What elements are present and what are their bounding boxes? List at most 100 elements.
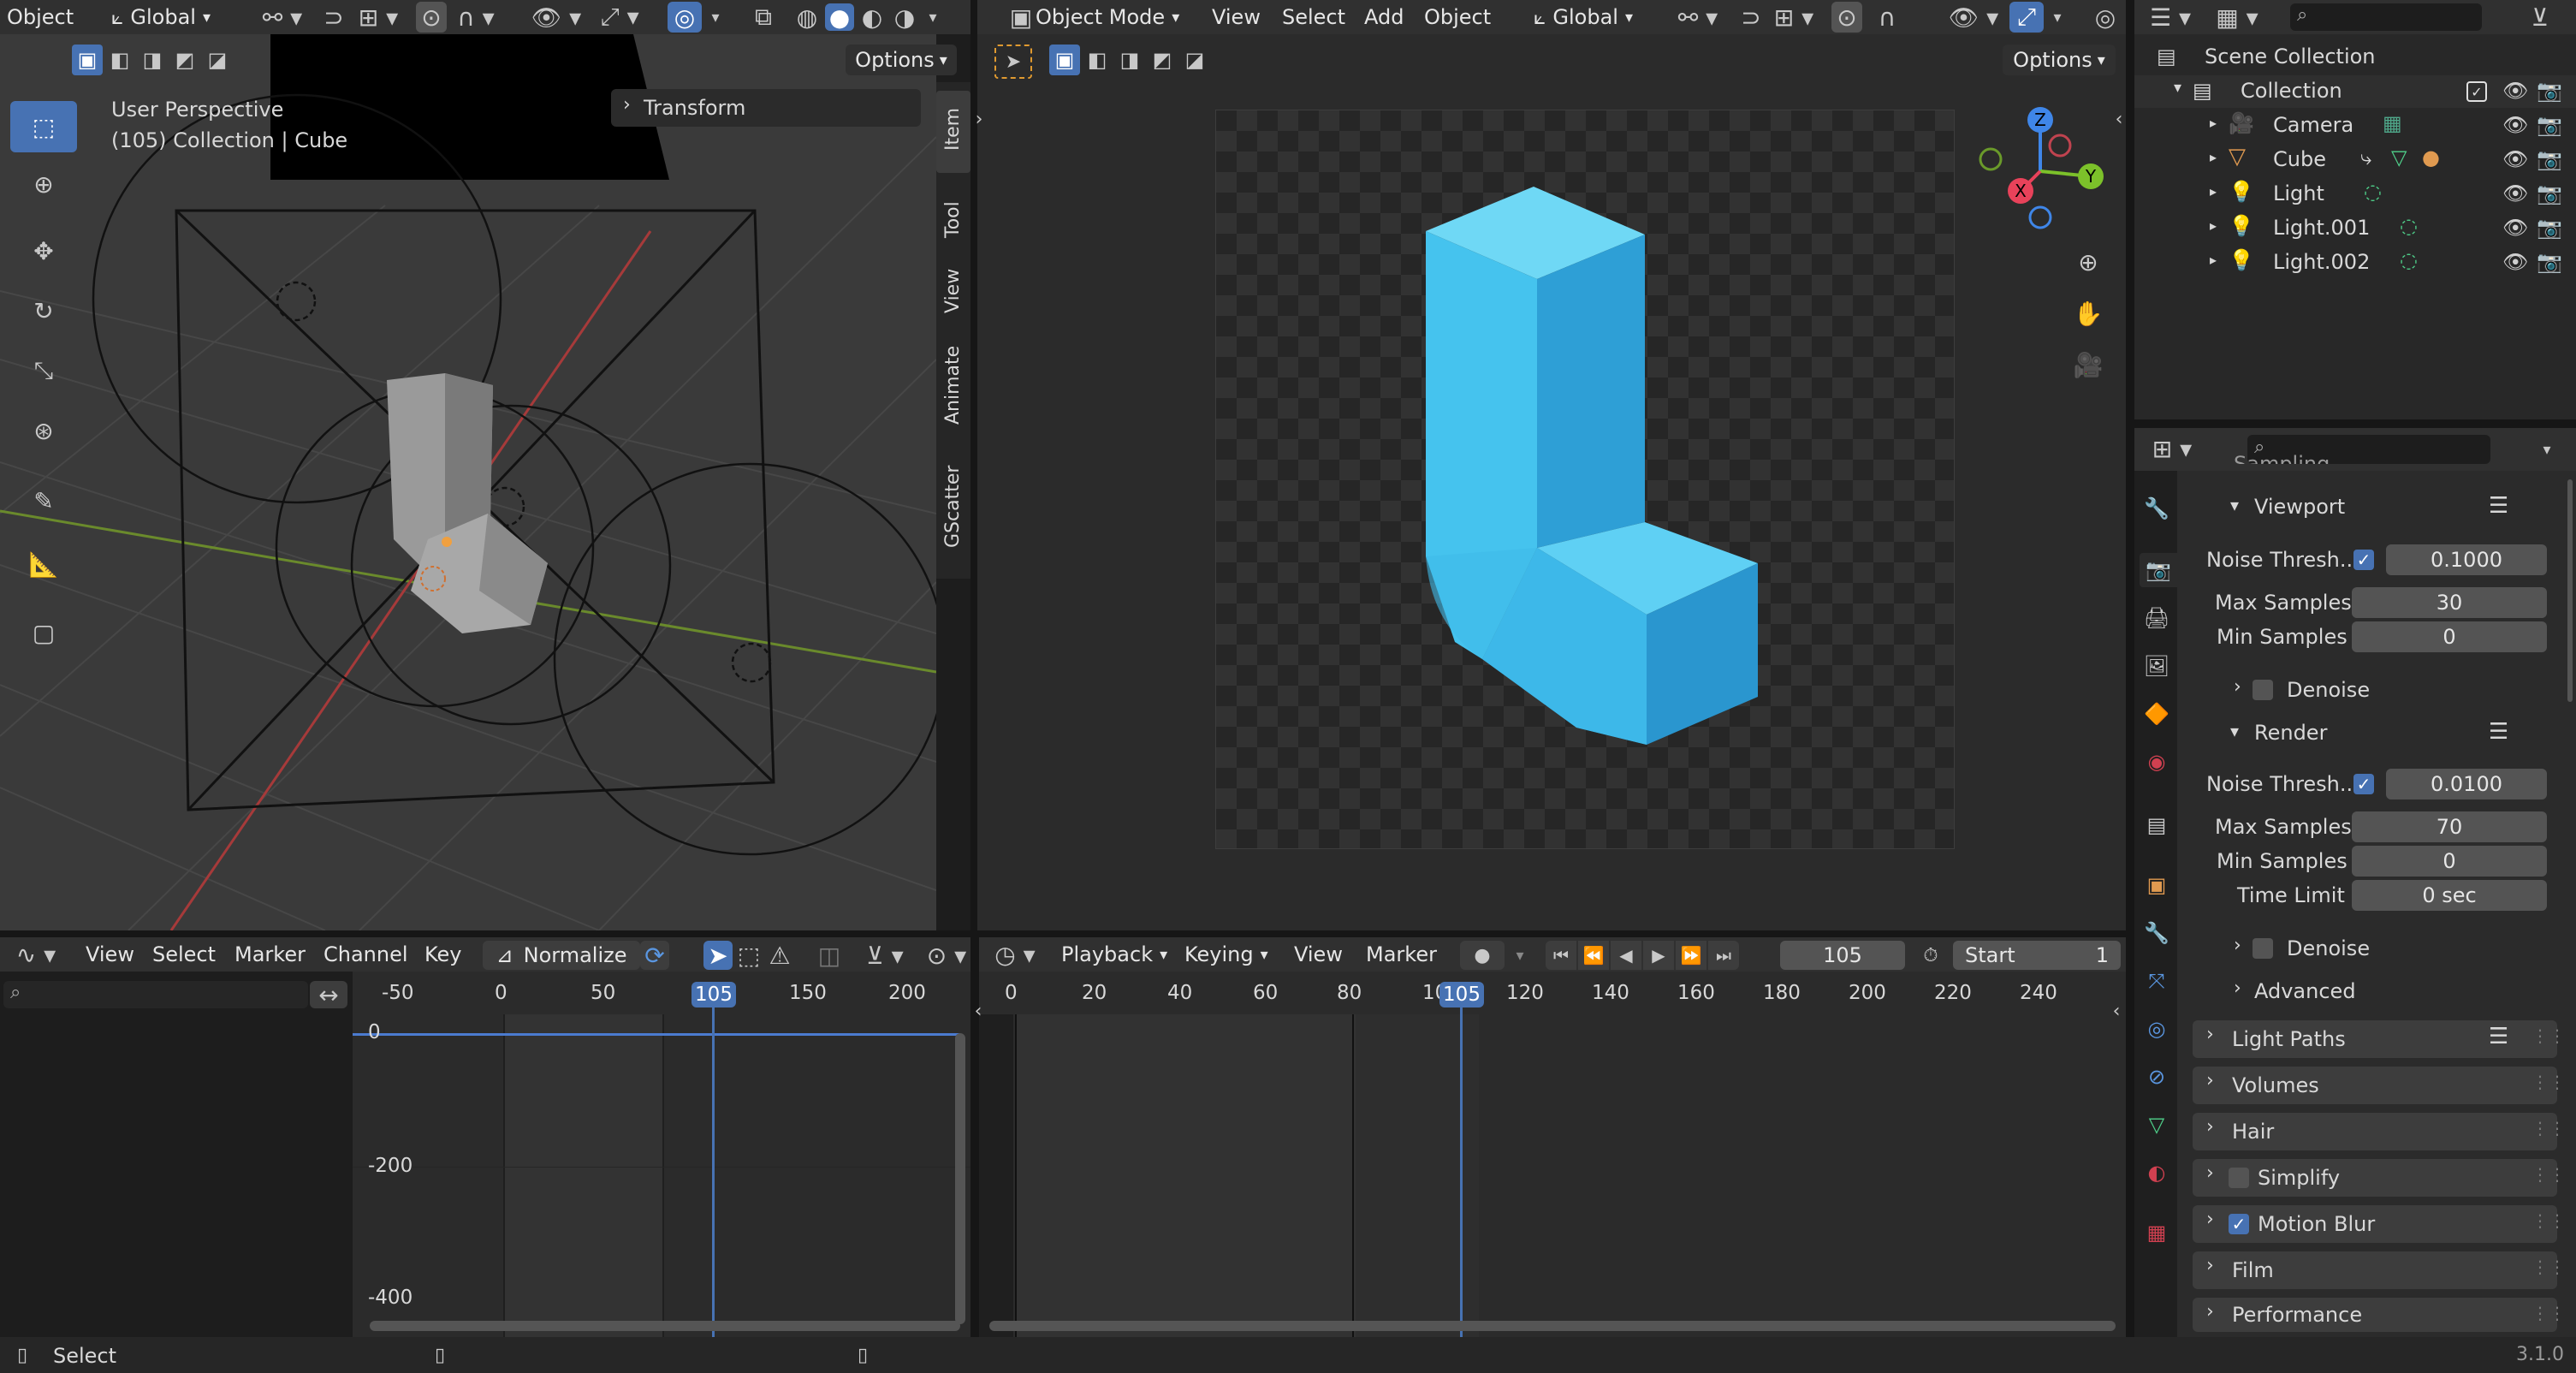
pivot-icon[interactable]: ⚯ ▾ xyxy=(257,2,308,33)
tool-tab-icon[interactable]: 🔧 xyxy=(2140,491,2174,526)
tab-animate[interactable]: Animate xyxy=(936,330,970,433)
graph-vscrollbar[interactable] xyxy=(955,1033,965,1324)
graph-menu-marker[interactable]: Marker xyxy=(234,939,306,970)
area-divider[interactable] xyxy=(970,0,977,930)
timeline-editor-type-icon[interactable]: ◷ ▾ xyxy=(989,939,1041,970)
pivot-icon[interactable]: ⚯ ▾ xyxy=(1672,2,1724,33)
jump-end-icon[interactable]: ⏭ xyxy=(1708,941,1739,970)
play-reverse-icon[interactable]: ◀ xyxy=(1611,941,1641,970)
filter-icon[interactable]: ⊻ ▾ xyxy=(859,941,911,970)
navigation-gizmo[interactable]: Z Y X xyxy=(1968,103,2122,240)
panel-performance[interactable]: › Performance ⋮⋮ xyxy=(2193,1298,2566,1332)
snap-icon[interactable]: ⊃ xyxy=(1736,2,1766,33)
select-box-icon[interactable]: ⬚ xyxy=(10,101,77,152)
constraints-tab-icon[interactable]: ⊘ xyxy=(2140,1060,2174,1094)
select-subtract-icon[interactable]: ◨ xyxy=(1114,45,1145,75)
graph-menu-select[interactable]: Select xyxy=(152,939,216,970)
transform-icon[interactable]: ⊛ xyxy=(10,402,77,459)
graph-menu-view[interactable]: View xyxy=(86,939,134,970)
view-layer-tab-icon[interactable]: 🖼 xyxy=(2140,649,2174,683)
overlay-icon[interactable]: ◎ xyxy=(2088,2,2122,33)
panel-volumes[interactable]: › Volumes ⋮⋮ xyxy=(2193,1067,2566,1104)
panel-simplify[interactable]: › Simplify ⋮⋮ xyxy=(2193,1159,2566,1197)
panel-motion-blur[interactable]: › ✓ Motion Blur ⋮⋮ xyxy=(2193,1205,2566,1243)
simplify-checkbox[interactable] xyxy=(2229,1168,2249,1188)
outliner-item-light-002[interactable]: ▸ 💡 Light.002 ◌ 👁 📷 xyxy=(2134,247,2576,279)
render-camera-icon[interactable]: 📷 xyxy=(2537,79,2562,103)
rendered-shading-icon[interactable]: ◑ xyxy=(890,3,919,32)
outliner-collection-row[interactable]: ▾ ▤ Collection ✓ 👁 📷 xyxy=(2134,75,2576,108)
camera-view-icon[interactable]: 🎥 xyxy=(2071,348,2105,382)
proportional-edit-icon[interactable]: ⊙ xyxy=(1831,2,1862,33)
outliner-item-light[interactable]: ▸ 💡 Light ◌ 👁 📷 xyxy=(2134,178,2576,211)
move-icon[interactable]: ✥ xyxy=(10,223,77,279)
graph-channel-search-input[interactable]: ⌕ xyxy=(3,981,308,1008)
timeline-area[interactable]: 0 20 40 60 80 10 120 140 160 180 200 220… xyxy=(979,972,2126,1337)
viewport-min-samples-field[interactable]: 0 xyxy=(2352,621,2547,652)
gizmo-icon[interactable]: ⤢ ▾ xyxy=(594,2,645,33)
proportional-edit-icon[interactable]: ⊙ xyxy=(416,2,447,33)
collection-tab-icon[interactable]: ▤ xyxy=(2140,808,2174,842)
tab-tool[interactable]: Tool xyxy=(936,178,970,255)
outliner-item-light-001[interactable]: ▸ 💡 Light.001 ◌ 👁 📷 xyxy=(2134,212,2576,245)
timeline-menu-playback[interactable]: Playback ▾ xyxy=(1061,939,1167,970)
motion-blur-checkbox[interactable]: ✓ xyxy=(2229,1214,2249,1234)
play-icon[interactable]: ▶ xyxy=(1643,941,1674,970)
eye-icon[interactable]: 👁 xyxy=(2502,113,2528,137)
visibility-icon[interactable]: 👁 ▾ xyxy=(1948,2,1999,33)
outliner-search-input[interactable]: ⌕ xyxy=(2290,3,2482,31)
timeline-menu-marker[interactable]: Marker xyxy=(1366,939,1437,970)
chevron-down-icon[interactable]: ▾ xyxy=(2530,435,2564,464)
next-keyframe-icon[interactable]: ⏩ xyxy=(1676,941,1706,970)
render-subpanel-header[interactable]: ▾ Render ☰ xyxy=(2193,716,2557,752)
falloff-icon[interactable]: ∩ ▾ xyxy=(450,2,502,33)
outliner-item-cube[interactable]: ▸ ▽ Cube ⤷ ▽ ● 👁 📷 xyxy=(2134,144,2576,176)
world-tab-icon[interactable]: ◉ xyxy=(2140,745,2174,779)
render-denoise-row[interactable]: › Denoise xyxy=(2193,931,2557,966)
render-tab-icon[interactable]: 📷 xyxy=(2140,553,2177,587)
start-frame-field[interactable]: Start 1 xyxy=(1953,941,2121,970)
snap-increment-icon[interactable]: ⊞ ▾ xyxy=(1768,2,1819,33)
render-camera-icon[interactable]: 📷 xyxy=(2537,216,2562,240)
filter-icon[interactable]: ⊻ xyxy=(2514,2,2566,33)
menu-add[interactable]: Add xyxy=(1364,2,1404,33)
eye-icon[interactable]: 👁 xyxy=(2502,181,2528,205)
only-errors-icon[interactable]: ⚠ xyxy=(765,941,794,970)
scene-tab-icon[interactable]: 🔶 xyxy=(2140,697,2174,731)
render-editor-type-icon[interactable]: ▣ xyxy=(1010,2,1032,33)
collection-checkbox[interactable]: ✓ xyxy=(2466,81,2487,102)
outliner-divider[interactable] xyxy=(2134,419,2576,428)
outliner-root-row[interactable]: ▤ Scene Collection xyxy=(2134,41,2576,74)
timeline-playhead[interactable]: 105 xyxy=(1439,982,1484,1007)
filter-display-icon[interactable]: ▦ ▾ xyxy=(2211,2,2263,33)
shading-dropdown-icon[interactable]: ▾ xyxy=(921,3,945,31)
render-noise-field[interactable]: 0.0100 xyxy=(2386,769,2547,799)
graph-editor-type-icon[interactable]: ∿ ▾ xyxy=(10,939,62,970)
viewport-subpanel-header[interactable]: ▾ Viewport ☰ xyxy=(2193,490,2557,526)
solid-shading-icon[interactable]: ● xyxy=(825,3,854,32)
swap-icon[interactable]: ↔ xyxy=(310,981,347,1009)
viewport-max-samples-field[interactable]: 30 xyxy=(2352,587,2547,618)
display-mode-icon[interactable]: ☰ ▾ xyxy=(2145,2,2196,33)
viewport-noise-field[interactable]: 0.1000 xyxy=(2386,544,2547,575)
material-shading-icon[interactable]: ◐ xyxy=(858,3,887,32)
properties-editor-type-icon[interactable]: ⊞ ▾ xyxy=(2146,433,2198,464)
xray-icon[interactable]: ⧉ xyxy=(748,2,779,33)
render-camera-icon[interactable]: 📷 xyxy=(2537,250,2562,274)
render-time-limit-field[interactable]: 0 sec xyxy=(2352,880,2547,911)
render-camera-icon[interactable]: 📷 xyxy=(2537,113,2562,137)
collapse-left-icon[interactable]: › xyxy=(970,106,988,132)
overlay-icon[interactable]: ◎ xyxy=(668,2,702,33)
object-tab-icon[interactable]: ▣ xyxy=(2140,868,2174,902)
cursor-icon[interactable]: ⊕ xyxy=(10,156,77,212)
measure-icon[interactable]: 📐 xyxy=(10,536,77,592)
transform-panel-header[interactable]: › Transform xyxy=(611,89,921,127)
prev-keyframe-icon[interactable]: ⏪ xyxy=(1578,941,1609,970)
snap-increment-icon[interactable]: ⊞ ▾ xyxy=(353,2,404,33)
material-tab-icon[interactable]: ◐ xyxy=(2140,1156,2174,1190)
render-max-samples-field[interactable]: 70 xyxy=(2352,811,2547,842)
texture-tab-icon[interactable]: ▦ xyxy=(2140,1215,2174,1250)
select-intersect-icon[interactable]: ◪ xyxy=(1179,45,1210,75)
gizmo-icon[interactable]: ⤢ xyxy=(2009,2,2044,33)
graph-playhead[interactable]: 105 xyxy=(691,982,736,1007)
